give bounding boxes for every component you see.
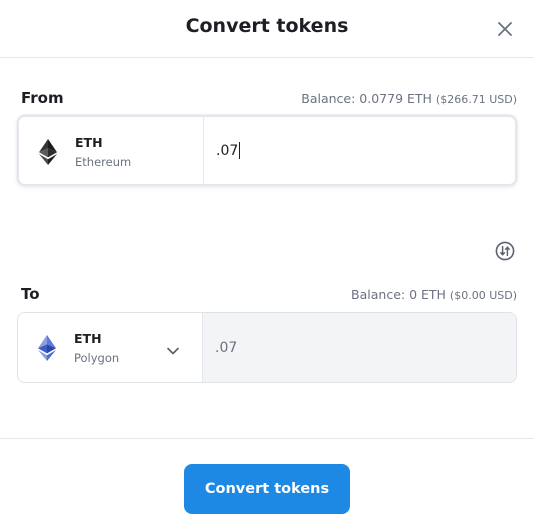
- from-label: From: [21, 89, 64, 107]
- from-token-symbol: ETH: [75, 135, 103, 150]
- to-token-row: ETH Polygon .07: [17, 312, 517, 383]
- from-token-network: Ethereum: [75, 155, 132, 169]
- from-balance-amount: Balance: 0.0779 ETH: [301, 91, 432, 106]
- to-token-network: Polygon: [74, 351, 120, 365]
- from-balance: Balance: 0.0779 ETH ($266.71 USD): [301, 91, 517, 106]
- from-amount-value: .07: [216, 142, 239, 159]
- ethereum-icon: [39, 139, 57, 165]
- to-balance-usd: ($0.00 USD): [449, 289, 517, 302]
- convert-tokens-button[interactable]: Convert tokens: [184, 464, 350, 514]
- from-balance-usd: ($266.71 USD): [435, 93, 517, 106]
- to-token-selector[interactable]: ETH Polygon: [18, 313, 203, 382]
- to-balance-amount: Balance: 0 ETH: [351, 287, 446, 302]
- convert-tokens-modal: Convert tokens From Balance: 0.0779 ETH …: [0, 0, 534, 526]
- to-amount-field: .07: [203, 313, 516, 382]
- to-label: To: [21, 285, 40, 303]
- text-caret: [239, 142, 241, 159]
- swap-direction-icon[interactable]: [495, 241, 515, 261]
- from-amount-input[interactable]: .07: [204, 117, 515, 184]
- modal-title: Convert tokens: [185, 15, 349, 37]
- ethereum-polygon-icon: [38, 335, 56, 361]
- to-token-symbol: ETH: [74, 331, 102, 346]
- chevron-down-icon[interactable]: [166, 341, 180, 355]
- close-icon[interactable]: [494, 18, 516, 40]
- from-token-row: ETH Ethereum .07: [17, 115, 517, 186]
- from-token-selector[interactable]: ETH Ethereum: [19, 117, 204, 184]
- footer-divider: [0, 438, 534, 439]
- modal-header: Convert tokens: [0, 0, 534, 58]
- to-balance: Balance: 0 ETH ($0.00 USD): [351, 287, 517, 302]
- to-amount-value: .07: [215, 339, 238, 356]
